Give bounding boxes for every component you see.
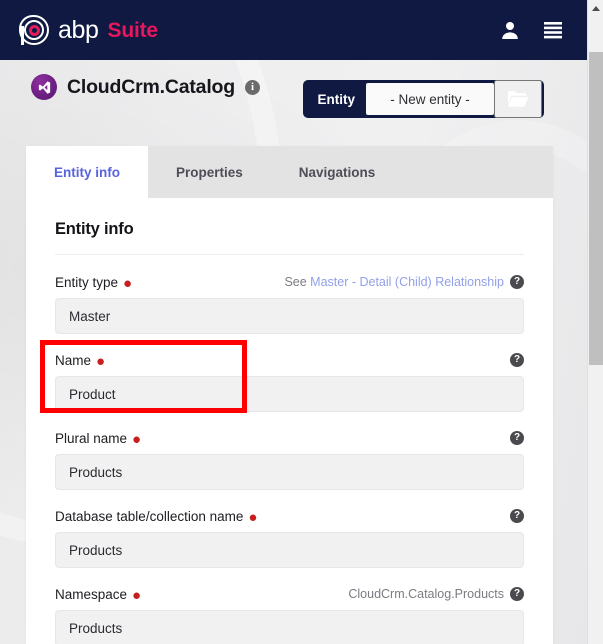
field-hint-prefix: See — [284, 275, 310, 289]
field-label: Database table/collection name — [55, 509, 243, 524]
field-label: Plural name — [55, 431, 127, 446]
brand-name-secondary: Suite — [108, 20, 158, 41]
section-heading: Entity info — [55, 220, 524, 239]
hamburger-menu-icon — [543, 21, 563, 39]
entity-selector-label: Entity — [305, 92, 366, 107]
field-plural-name: Plural name ● ? — [55, 428, 524, 490]
required-indicator: ● — [123, 276, 132, 291]
plural-name-input[interactable] — [55, 454, 524, 490]
field-label: Namespace — [55, 587, 127, 602]
question-mark-help-icon[interactable]: ? — [510, 509, 524, 523]
question-mark-help-icon[interactable]: ? — [510, 587, 524, 601]
info-icon[interactable]: i — [245, 80, 260, 95]
question-mark-help-icon[interactable]: ? — [510, 353, 524, 367]
namespace-hint: CloudCrm.Catalog.Products — [348, 587, 504, 601]
scroll-up-arrow-icon[interactable] — [588, 0, 603, 17]
hamburger-menu-button[interactable] — [541, 18, 565, 42]
page-title: CloudCrm.Catalog — [67, 76, 235, 99]
user-account-icon — [500, 20, 520, 40]
field-header: Entity type ● See Master - Detail (Child… — [55, 272, 524, 292]
question-mark-help-icon[interactable]: ? — [510, 431, 524, 445]
open-folder-icon — [507, 90, 529, 108]
navbar-actions — [498, 18, 565, 42]
open-folder-button[interactable] — [494, 80, 542, 118]
field-header: Name ● ? — [55, 350, 524, 370]
required-indicator: ● — [132, 432, 141, 447]
entity-type-input[interactable] — [55, 298, 524, 334]
required-indicator: ● — [96, 354, 105, 369]
tab-entity-info[interactable]: Entity info — [26, 146, 148, 198]
master-detail-relationship-link[interactable]: Master - Detail (Child) Relationship — [310, 275, 504, 289]
visual-studio-glyph-icon — [37, 80, 52, 95]
field-namespace: Namespace ● CloudCrm.Catalog.Products ? — [55, 584, 524, 644]
abp-spiral-logo-icon — [19, 15, 49, 45]
namespace-input[interactable] — [55, 610, 524, 644]
name-input[interactable] — [55, 376, 524, 412]
user-account-button[interactable] — [498, 18, 522, 42]
field-header: Database table/collection name ● ? — [55, 506, 524, 526]
entity-editor-card: Entity info Properties Navigations Entit… — [26, 146, 553, 644]
field-header: Namespace ● CloudCrm.Catalog.Products ? — [55, 584, 524, 604]
app-screenshot: abp Suite — [0, 0, 603, 644]
field-database-table-name: Database table/collection name ● ? — [55, 506, 524, 568]
section-divider — [55, 254, 524, 255]
field-header: Plural name ● ? — [55, 428, 524, 448]
tab-strip: Entity info Properties Navigations — [26, 146, 553, 198]
field-label: Name — [55, 353, 91, 368]
entity-info-panel: Entity info Entity type ● See Master - D… — [26, 198, 553, 644]
required-indicator: ● — [132, 588, 141, 603]
field-entity-type: Entity type ● See Master - Detail (Child… — [55, 272, 524, 334]
top-navbar: abp Suite — [0, 0, 587, 60]
entity-selector-bar: Entity - New entity - — [303, 80, 544, 118]
brand-logo[interactable]: abp Suite — [19, 15, 158, 45]
required-indicator: ● — [248, 510, 257, 525]
scrollbar-thumb[interactable] — [589, 52, 603, 365]
question-mark-help-icon[interactable]: ? — [510, 275, 524, 289]
content-header: CloudCrm.Catalog i Entity - New entity - — [0, 60, 587, 134]
vertical-scrollbar[interactable] — [587, 0, 603, 644]
project-title-group: CloudCrm.Catalog i — [31, 74, 260, 100]
tab-navigations[interactable]: Navigations — [271, 146, 404, 198]
field-label: Entity type — [55, 275, 118, 290]
database-table-name-input[interactable] — [55, 532, 524, 568]
field-name: Name ● ? — [55, 350, 524, 412]
field-hint: See Master - Detail (Child) Relationship — [284, 275, 504, 289]
brand-name-primary: abp — [58, 18, 99, 43]
entity-select-dropdown[interactable]: - New entity - — [366, 83, 494, 115]
tab-properties[interactable]: Properties — [148, 146, 271, 198]
visual-studio-icon — [31, 74, 57, 100]
